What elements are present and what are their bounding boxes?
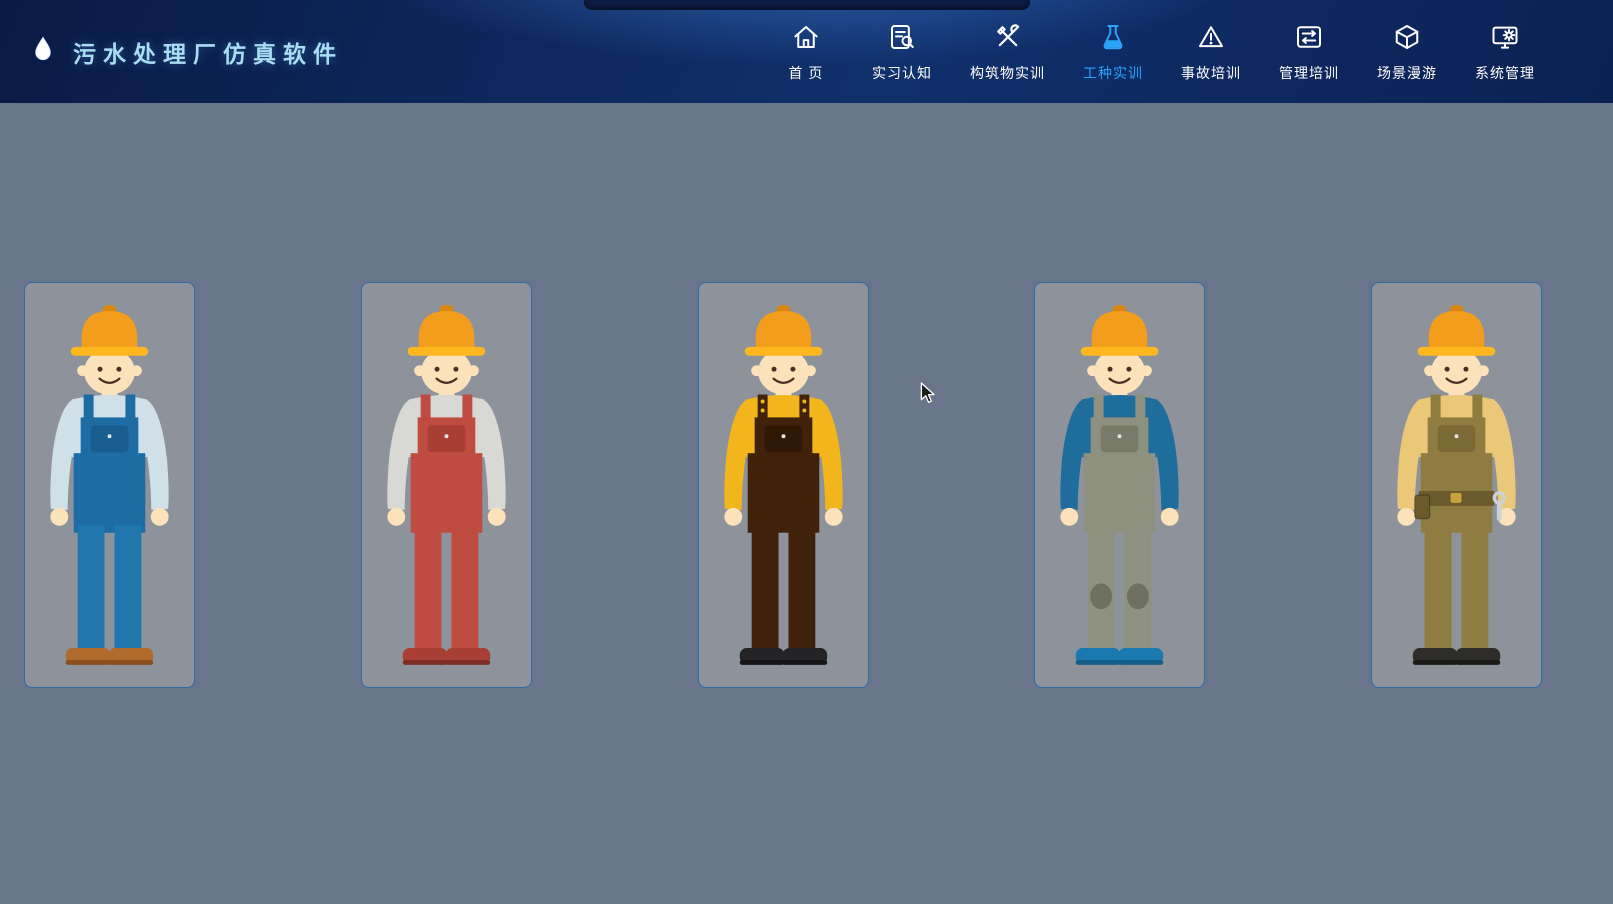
nav-item-accident-training[interactable]: 事故培训 [1181, 21, 1241, 83]
worker-shoes [1413, 648, 1500, 665]
worker-right-hand [151, 508, 169, 526]
worker-left-hand [1397, 508, 1415, 526]
worker-left-hand [1061, 508, 1079, 526]
worker-dark-brown-overalls[interactable] [698, 282, 869, 688]
worker-right-hand [1161, 508, 1179, 526]
nav-item-label: 工种实训 [1083, 63, 1143, 83]
nav-item-structure-training[interactable]: 构筑物实训 [970, 21, 1045, 83]
worker-illustration [1372, 287, 1541, 683]
chest-pocket [91, 425, 129, 452]
nav-item-internship[interactable]: 实习认知 [872, 21, 932, 83]
nav-item-management-training[interactable]: 管理培训 [1279, 21, 1339, 83]
app-title: 污水处理厂仿真软件 [73, 35, 343, 69]
worker-right-leg [788, 525, 815, 651]
worker-right-leg [451, 525, 478, 651]
hard-hat-brim [1418, 347, 1496, 356]
worker-head [407, 305, 485, 394]
worker-left-leg [78, 525, 105, 651]
cube-3d-icon [1392, 21, 1422, 53]
water-drop-icon [28, 35, 58, 69]
worker-gray-green-overalls[interactable] [1034, 282, 1205, 688]
nav-item-job-training[interactable]: 工种实训 [1083, 21, 1143, 83]
app-brand: 污水处理厂仿真软件 [28, 35, 343, 69]
worker-left-hand [387, 508, 405, 526]
worker-left-leg [1425, 525, 1452, 651]
worker-left-leg [414, 525, 441, 651]
chest-pocket [427, 425, 465, 452]
warning-triangle-icon [1196, 21, 1226, 53]
chest-pocket [1438, 425, 1476, 452]
worker-right-hand [824, 508, 842, 526]
knee-pads [1090, 583, 1149, 609]
worker-illustration [1035, 287, 1204, 683]
character-select-area [0, 103, 1613, 904]
nav-item-label: 事故培训 [1181, 63, 1241, 83]
worker-head [744, 305, 822, 394]
worker-head [1418, 305, 1496, 394]
nav-item-system-management[interactable]: 系统管理 [1475, 21, 1535, 83]
nav-item-scene-roaming[interactable]: 场景漫游 [1377, 21, 1437, 83]
worker-right-leg [114, 525, 141, 651]
hard-hat-brim [1081, 347, 1159, 356]
worker-row [0, 103, 1613, 688]
worker-shoes [739, 648, 826, 665]
hard-hat [82, 311, 138, 351]
worker-illustration [362, 287, 531, 683]
chest-pocket [1101, 425, 1139, 452]
worker-head [1081, 305, 1159, 394]
nav-item-label: 首 页 [789, 63, 824, 83]
nav-item-label: 构筑物实训 [970, 63, 1045, 83]
worker-left-leg [751, 525, 778, 651]
nav-item-label: 管理培训 [1279, 63, 1339, 83]
hard-hat-brim [744, 347, 822, 356]
monitor-gear-icon [1490, 21, 1520, 53]
hard-hat-brim [71, 347, 149, 356]
worker-shoes [403, 648, 490, 665]
worker-shoes [1076, 648, 1163, 665]
hard-hat [418, 311, 474, 351]
control-panel-icon [1294, 21, 1324, 53]
chest-pocket [764, 425, 802, 452]
worker-blue-overalls[interactable] [24, 282, 195, 688]
worker-right-leg [1461, 525, 1488, 651]
hard-hat-brim [407, 347, 485, 356]
worker-head [71, 305, 149, 394]
flask-icon [1098, 21, 1128, 53]
hard-hat [1429, 311, 1485, 351]
worker-illustration [699, 287, 868, 683]
hard-hat [1092, 311, 1148, 351]
worker-shoes [66, 648, 153, 665]
worker-right-hand [488, 508, 506, 526]
top-navbar: 污水处理厂仿真软件 首 页 实习认知 [0, 0, 1613, 103]
nav-item-label: 系统管理 [1475, 63, 1535, 83]
main-navigation: 首 页 实习认知 构筑物实训 [778, 21, 1535, 83]
hard-hat [755, 311, 811, 351]
worker-left-hand [724, 508, 742, 526]
top-banner-cutoff [584, 0, 1030, 10]
worker-red-overalls[interactable] [361, 282, 532, 688]
document-search-icon [887, 21, 917, 53]
nav-item-home[interactable]: 首 页 [778, 21, 834, 83]
worker-left-hand [50, 508, 68, 526]
worker-khaki-toolbelt[interactable] [1371, 282, 1542, 688]
crossed-tools-icon [993, 21, 1023, 53]
worker-illustration [25, 287, 194, 683]
nav-item-label: 场景漫游 [1377, 63, 1437, 83]
home-icon [791, 21, 821, 53]
nav-item-label: 实习认知 [872, 63, 932, 83]
